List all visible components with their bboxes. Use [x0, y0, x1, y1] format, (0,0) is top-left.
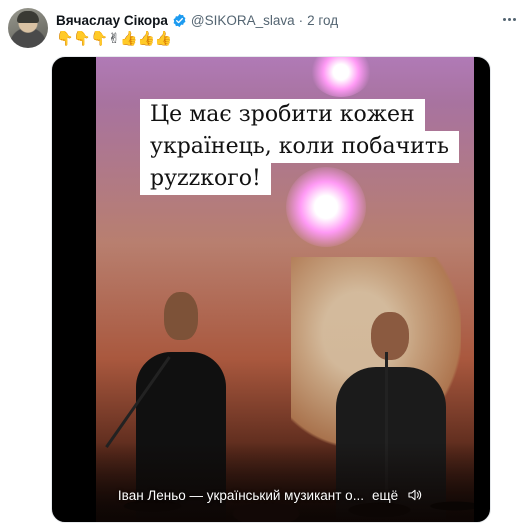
tweet-header: Вячаслау Сікора @SIKORA_slava · 2 год	[56, 10, 497, 30]
author-name[interactable]: Вячаслау Сікора	[56, 13, 168, 28]
caption-line: руzzкого!	[140, 163, 271, 195]
video-player[interactable]: Це має зробити кожен українець, коли поб…	[51, 56, 491, 523]
video-frame[interactable]: Це має зробити кожен українець, коли поб…	[96, 57, 474, 522]
caption-line: українець, коли побачить	[140, 131, 459, 163]
tweet-text: 👇👇👇✌👍👍👍	[56, 30, 173, 46]
subtitle-text: Іван Леньо — український музикант о...	[117, 487, 364, 503]
avatar[interactable]	[8, 8, 48, 48]
separator: ·	[298, 12, 304, 28]
verified-badge-icon	[173, 13, 186, 27]
more-options-icon[interactable]	[499, 10, 519, 28]
timestamp[interactable]: 2 год	[307, 13, 338, 28]
volume-icon[interactable]	[406, 487, 424, 503]
more-link[interactable]: ещё	[372, 488, 398, 503]
author-handle[interactable]: @SIKORA_slava	[191, 13, 295, 28]
overlay-caption: Це має зробити кожен українець, коли поб…	[140, 99, 459, 195]
caption-line: Це має зробити кожен	[140, 99, 425, 131]
stage-light	[311, 57, 371, 97]
video-subtitle: Іван Леньо — український музикант о... е…	[52, 487, 490, 503]
crowd	[96, 442, 474, 522]
